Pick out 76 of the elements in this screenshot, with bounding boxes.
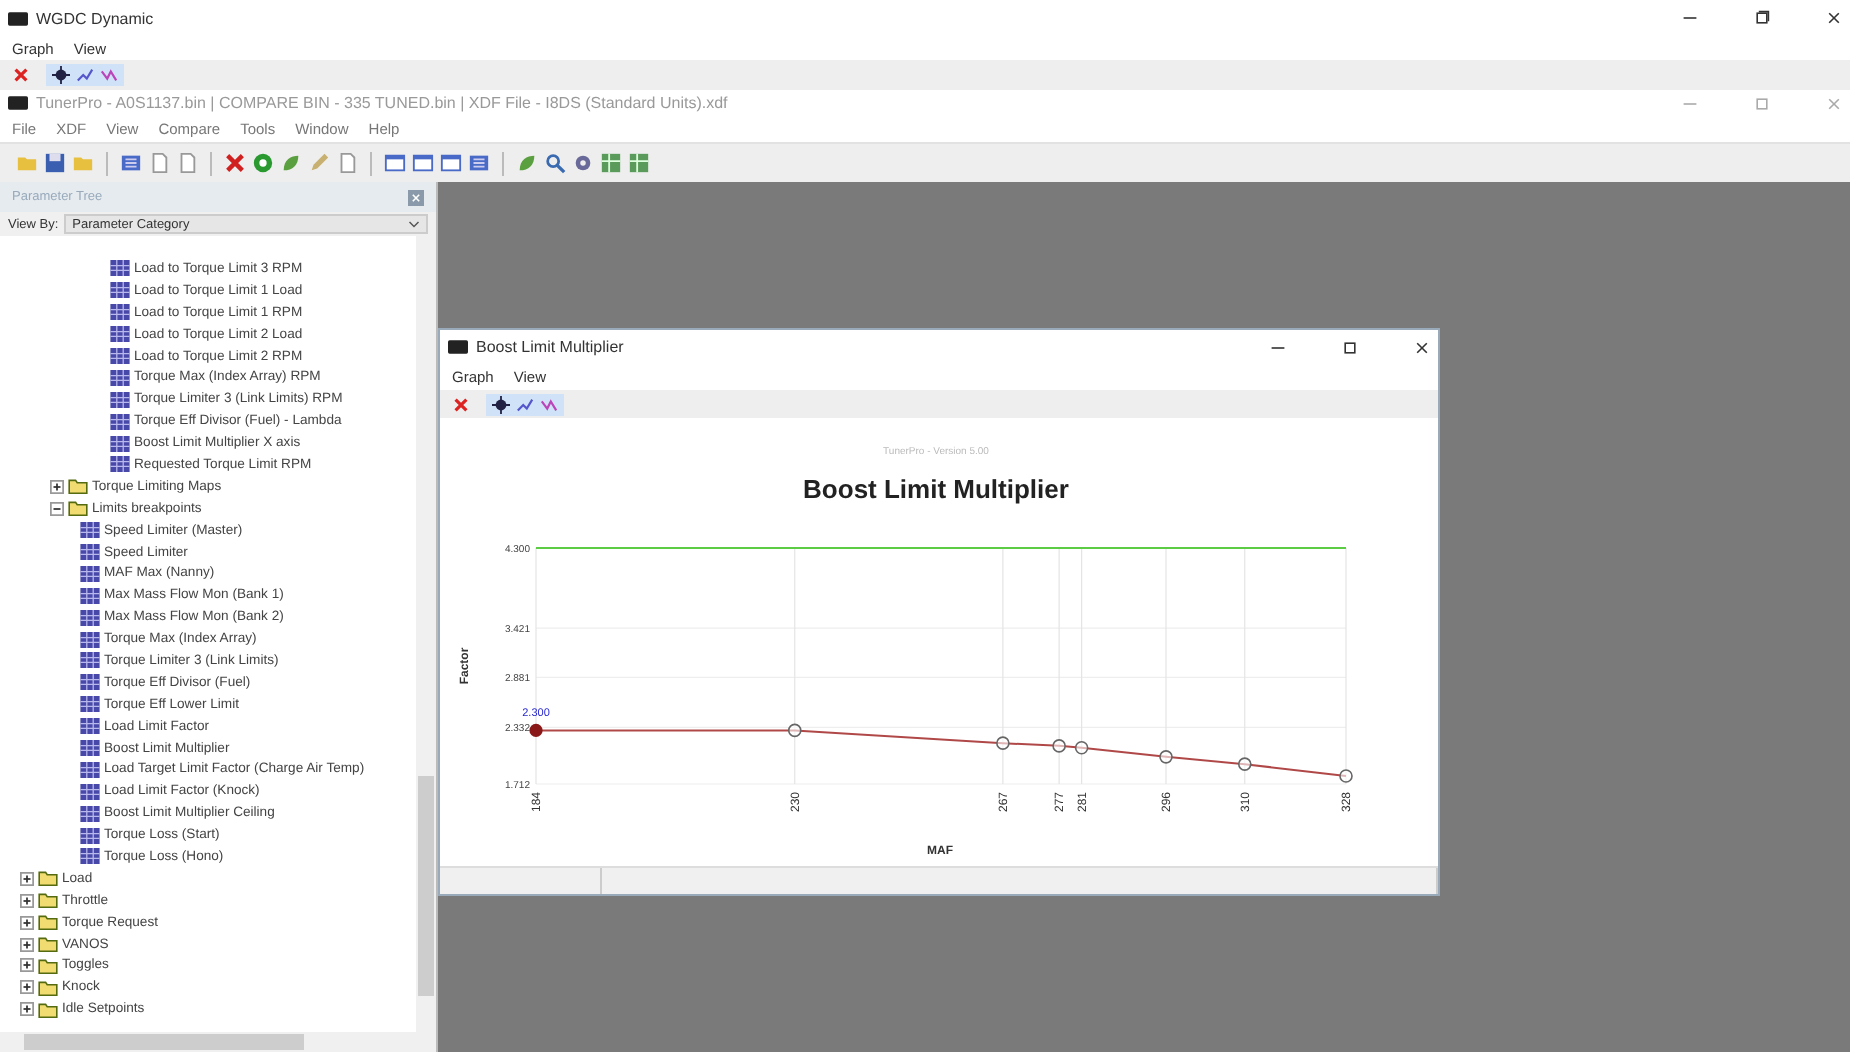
- table-icon: [80, 827, 100, 844]
- data-point[interactable]: [1159, 750, 1173, 764]
- crosshair-icon[interactable]: [492, 395, 510, 413]
- window-icon[interactable]: [440, 152, 462, 174]
- table-icon: [80, 740, 100, 757]
- data-point[interactable]: [996, 736, 1010, 750]
- page-icon[interactable]: [336, 152, 358, 174]
- table-icon: [80, 609, 100, 626]
- expander-icon[interactable]: [20, 958, 34, 973]
- table-icon: [80, 674, 100, 691]
- expander-icon[interactable]: [20, 915, 34, 930]
- table-icon: [110, 435, 130, 452]
- restore-icon[interactable]: [1754, 10, 1770, 26]
- table-icon: [110, 326, 130, 343]
- table-icon: [80, 652, 100, 669]
- search-icon[interactable]: [544, 152, 566, 174]
- table-icon: [80, 587, 100, 604]
- table-icon: [80, 565, 100, 582]
- maximize-icon[interactable]: [1342, 339, 1358, 355]
- grid-icon[interactable]: [600, 152, 622, 174]
- panel-button-icon[interactable]: [408, 189, 424, 205]
- leaf-icon[interactable]: [516, 152, 538, 174]
- gear-icon[interactable]: [572, 152, 594, 174]
- horizontal-scrollbar[interactable]: [0, 1032, 436, 1052]
- data-point[interactable]: [1237, 757, 1252, 771]
- table-icon: [80, 783, 100, 800]
- table-icon: [80, 718, 100, 735]
- circle-icon[interactable]: [252, 152, 274, 174]
- window-icon[interactable]: [384, 152, 406, 174]
- app-icon: [448, 340, 468, 354]
- table-icon: [110, 456, 130, 473]
- expander-icon[interactable]: [20, 871, 34, 886]
- app-icon: [8, 11, 28, 25]
- table-icon: [110, 369, 130, 386]
- crosshair-icon[interactable]: [52, 66, 70, 84]
- cross-icon[interactable]: [452, 395, 470, 413]
- window-title: WGDC Dynamic: [36, 9, 154, 27]
- close-icon[interactable]: [1414, 339, 1430, 355]
- vertical-scrollbar[interactable]: [416, 236, 436, 1032]
- expander-icon[interactable]: [50, 501, 64, 516]
- page-icon[interactable]: [176, 152, 198, 174]
- leaf-icon[interactable]: [280, 152, 302, 174]
- window-title: TunerPro - A0S1137.bin | COMPARE BIN - 335 TUNED.bin | XDF File - I8DS (Standard Units).xdf: [36, 94, 728, 112]
- grid-icon[interactable]: [628, 152, 650, 174]
- table-icon: [80, 544, 100, 561]
- table-icon: [110, 391, 130, 408]
- cross-icon[interactable]: [12, 66, 30, 84]
- window-icon[interactable]: [412, 152, 434, 174]
- selected-point[interactable]: [529, 723, 543, 737]
- close-icon[interactable]: [1826, 10, 1842, 26]
- table-icon: [110, 304, 130, 321]
- table-icon: [110, 282, 130, 299]
- expander-icon[interactable]: [20, 980, 34, 995]
- data-point[interactable]: [1339, 769, 1353, 783]
- table-icon: [110, 260, 130, 277]
- table-icon: [110, 348, 130, 364]
- cross-icon[interactable]: [224, 152, 246, 174]
- app-icon: [8, 96, 28, 110]
- chart-title: Boost Limit Multiplier: [803, 474, 1069, 504]
- page-icon[interactable]: [148, 152, 170, 174]
- table-icon: [80, 696, 100, 713]
- data-point[interactable]: [1052, 739, 1066, 753]
- expander-icon[interactable]: [20, 1002, 34, 1017]
- table-icon: [80, 761, 100, 778]
- table-icon: [80, 805, 100, 822]
- window-title: Boost Limit Multiplier: [476, 338, 624, 356]
- table-icon: [80, 522, 100, 539]
- expander-icon[interactable]: [20, 937, 34, 952]
- expander-icon[interactable]: [20, 893, 34, 908]
- table-icon: [110, 413, 130, 430]
- table-icon: [80, 631, 100, 648]
- dropdown-caret-icon: [408, 219, 420, 229]
- table-icon: [80, 848, 100, 865]
- expander-icon[interactable]: [50, 479, 64, 494]
- data-point[interactable]: [1074, 740, 1089, 755]
- data-point[interactable]: [787, 723, 802, 738]
